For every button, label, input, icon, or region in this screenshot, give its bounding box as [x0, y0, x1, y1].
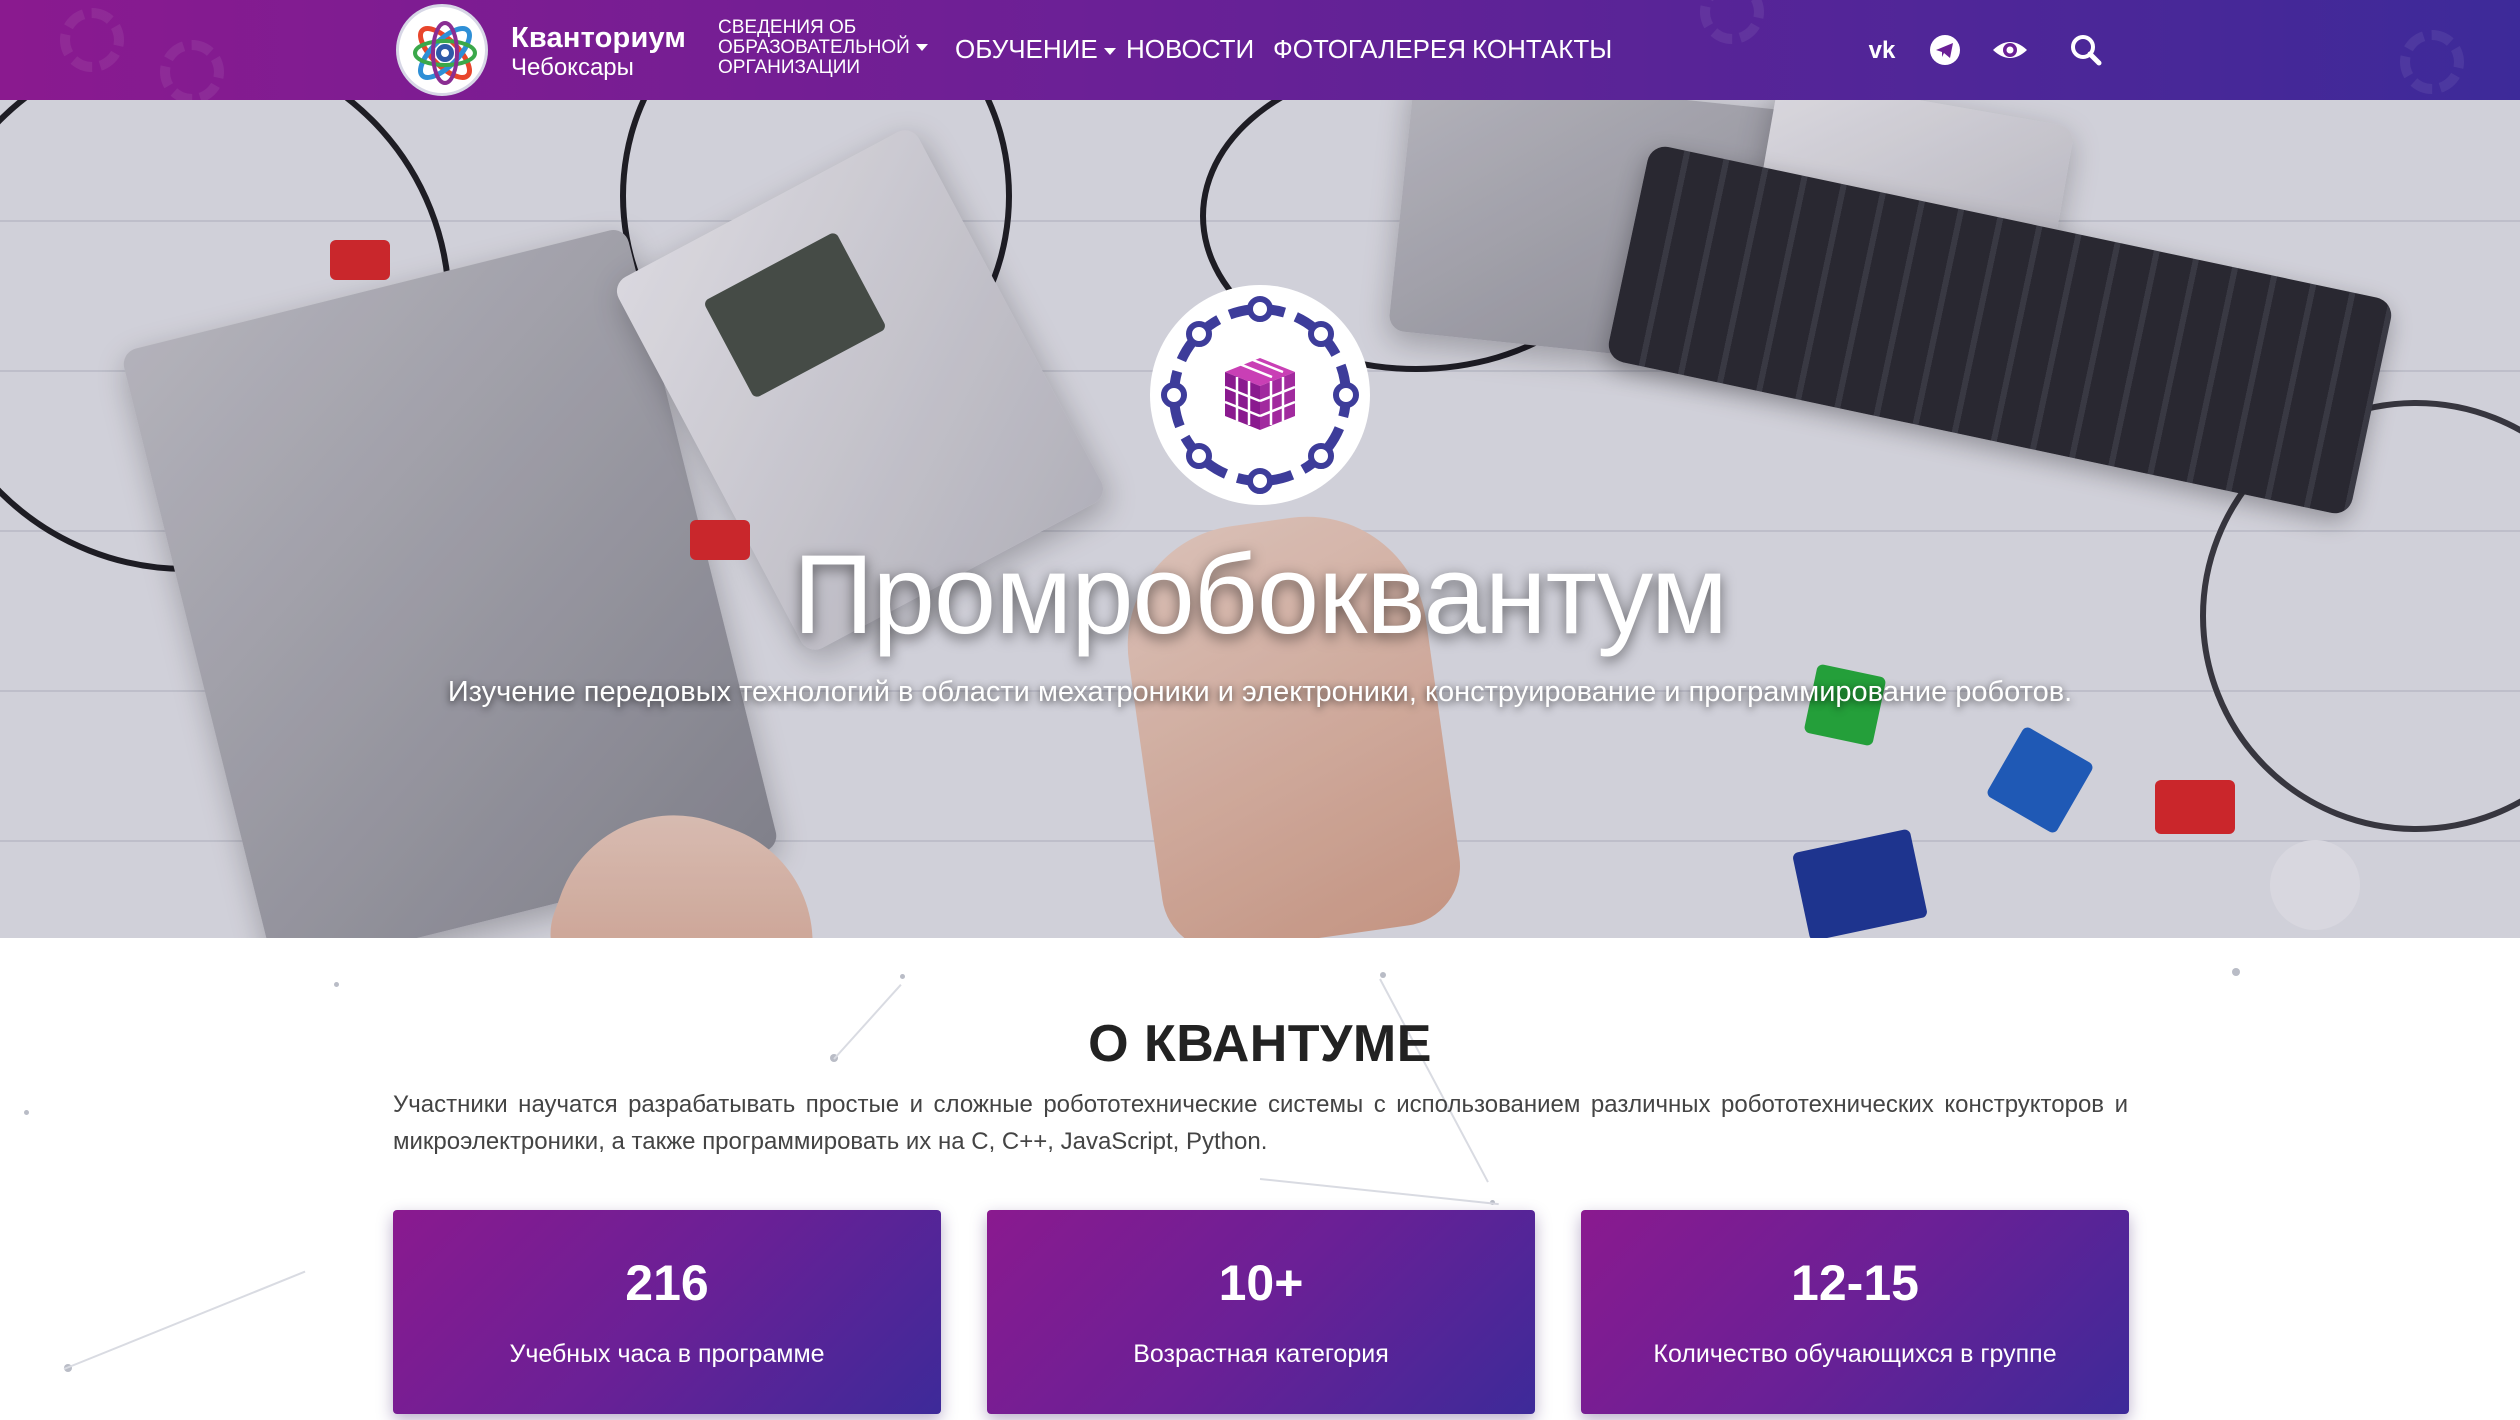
network-dot: [334, 982, 339, 987]
about-description: Участники научатся разрабатывать простые…: [393, 1091, 2128, 1155]
gear-decoration: [160, 40, 224, 100]
site-logo-link[interactable]: Кванториум Чебоксары: [396, 4, 696, 96]
nav-org-info-dropdown[interactable]: СВЕДЕНИЯ ОБ ОБРАЗОВАТЕЛЬНОЙ ОРГАНИЗАЦИИ: [718, 18, 933, 78]
stat-label: Возрастная категория: [1133, 1340, 1389, 1368]
nav-contacts[interactable]: КОНТАКТЫ: [1472, 34, 1612, 65]
about-title: О КВАНТУМЕ: [1088, 1015, 1432, 1073]
stat-card-group-size: 12-15 Количество обучающихся в группе: [1581, 1210, 2129, 1414]
network-line: [1259, 1178, 1499, 1206]
hero-overlay: [0, 100, 2520, 938]
nav-education-dropdown[interactable]: ОБУЧЕНИЕ: [955, 34, 1116, 65]
gear-decoration: [2400, 30, 2464, 94]
stat-value: 216: [625, 1255, 709, 1311]
nav-org-info-line-1: СВЕДЕНИЯ ОБ: [718, 17, 857, 38]
hero-banner: Промробоквантум Изучение передовых техно…: [0, 100, 2520, 938]
about-section: О КВАНТУМЕ Участники научатся разрабатыв…: [0, 938, 2520, 1420]
site-header: Кванториум Чебоксары СВЕДЕНИЯ ОБ ОБРАЗОВ…: [0, 0, 2520, 100]
stat-label: Количество обучающихся в группе: [1653, 1340, 2057, 1368]
nav-org-info-line-2-text: ОБРАЗОВАТЕЛЬНОЙ: [718, 37, 910, 58]
nav-news[interactable]: НОВОСТИ: [1126, 34, 1254, 65]
nav-education-label: ОБУЧЕНИЕ: [955, 34, 1098, 64]
stat-value: 10+: [1218, 1255, 1304, 1311]
nav-org-info-line-3: ОРГАНИЗАЦИИ: [718, 57, 861, 78]
svg-text:vk: vk: [1869, 37, 1896, 64]
stat-card-hours: 216 Учебных часа в программе: [393, 1210, 941, 1414]
kvantorium-logo: [396, 4, 488, 96]
hero-subtitle: Изучение передовых технологий в области …: [447, 676, 2073, 708]
chevron-down-icon: [1103, 47, 1116, 55]
nav-gallery[interactable]: ФОТОГАЛЕРЕЯ: [1273, 34, 1466, 65]
gear-decoration: [60, 8, 124, 72]
network-dot: [1380, 972, 1386, 978]
chevron-down-icon: [915, 44, 928, 52]
search-icon[interactable]: [2066, 30, 2106, 70]
vk-icon[interactable]: vk: [1862, 30, 1902, 70]
telegram-icon[interactable]: [1925, 30, 1965, 70]
promrobokvantum-emblem-icon: [1145, 280, 1375, 510]
eye-icon[interactable]: [1990, 30, 2030, 70]
gear-decoration: [1700, 0, 1764, 44]
logo-title: Кванториум: [511, 22, 687, 54]
hero-title: Промробоквантум: [793, 532, 1728, 657]
stat-value: 12-15: [1791, 1255, 1919, 1311]
network-dot: [24, 1110, 29, 1115]
network-dot: [2232, 968, 2240, 976]
logo-subtitle: Чебоксары: [511, 54, 634, 81]
stat-card-age: 10+ Возрастная категория: [987, 1210, 1535, 1414]
stat-label: Учебных часа в программе: [509, 1340, 825, 1368]
network-dot: [900, 974, 905, 979]
network-line: [63, 1270, 306, 1370]
nav-org-info-line-2: ОБРАЗОВАТЕЛЬНОЙ: [718, 38, 933, 58]
